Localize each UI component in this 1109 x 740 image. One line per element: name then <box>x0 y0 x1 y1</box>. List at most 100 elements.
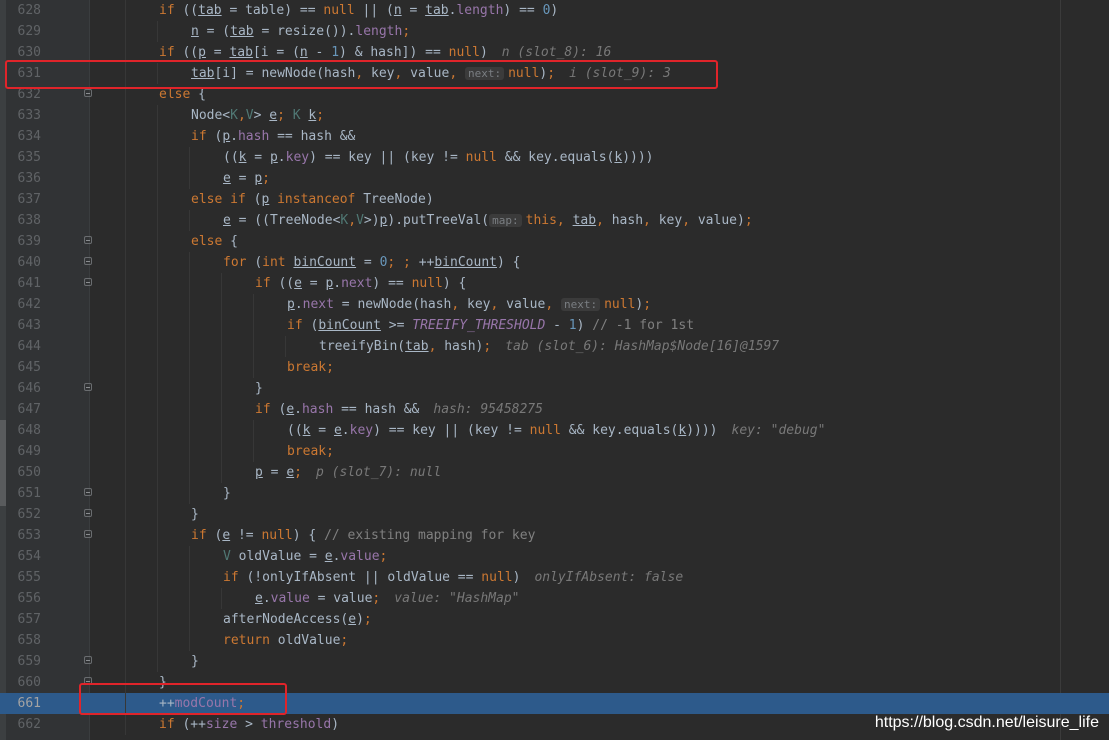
code-line[interactable]: 629 n = (tab = resize()).length; <box>0 21 1109 42</box>
code-text[interactable]: if (!onlyIfAbsent || oldValue == null) on… <box>223 569 683 586</box>
line-number[interactable]: 635 <box>6 149 41 166</box>
code-line[interactable]: 657 afterNodeAccess(e); <box>0 609 1109 630</box>
line-number[interactable]: 653 <box>6 527 41 544</box>
code-line[interactable]: 645 break; <box>0 357 1109 378</box>
line-number[interactable]: 645 <box>6 359 41 376</box>
line-number[interactable]: 629 <box>6 23 41 40</box>
fold-marker-icon[interactable] <box>84 236 92 244</box>
code-line[interactable]: 635 ((k = p.key) == key || (key != null &… <box>0 147 1109 168</box>
code-text[interactable]: for (int binCount = 0; ; ++binCount) { <box>223 254 520 271</box>
fold-marker-icon[interactable] <box>84 488 92 496</box>
code-line[interactable]: 639 else { <box>0 231 1109 252</box>
line-number[interactable]: 639 <box>6 233 41 250</box>
line-number[interactable]: 640 <box>6 254 41 271</box>
code-text[interactable]: Node<K,V> e; K k; <box>191 107 324 124</box>
line-number[interactable]: 650 <box>6 464 41 481</box>
code-line[interactable]: 634 if (p.hash == hash && <box>0 126 1109 147</box>
line-number[interactable]: 628 <box>6 2 41 19</box>
code-line[interactable]: 652} <box>0 504 1109 525</box>
code-line[interactable]: 636 e = p; <box>0 168 1109 189</box>
fold-marker-icon[interactable] <box>84 530 92 538</box>
code-line[interactable]: 644 treeifyBin(tab, hash); tab (slot_6): H… <box>0 336 1109 357</box>
code-line[interactable]: 628 if ((tab = table) == null || (n = tab… <box>0 0 1109 21</box>
line-number[interactable]: 656 <box>6 590 41 607</box>
fold-marker-icon[interactable] <box>84 257 92 265</box>
code-text[interactable]: if ((p = tab[i = (n - 1) & hash]) == nul… <box>159 44 611 61</box>
fold-marker-icon[interactable] <box>84 278 92 286</box>
code-line[interactable]: 648 ((k = e.key) == key || (key != null &… <box>0 420 1109 441</box>
line-number[interactable]: 660 <box>6 674 41 691</box>
code-line[interactable]: 646} <box>0 378 1109 399</box>
code-line[interactable]: 659} <box>0 651 1109 672</box>
code-text[interactable]: if ((e = p.next) == null) { <box>255 275 466 292</box>
line-number[interactable]: 654 <box>6 548 41 565</box>
code-text[interactable]: e = p; <box>223 170 270 187</box>
code-line[interactable]: 656 e.value = value; value: "HashMap" <box>0 588 1109 609</box>
line-number[interactable]: 655 <box>6 569 41 586</box>
fold-marker-icon[interactable] <box>84 383 92 391</box>
line-number[interactable]: 638 <box>6 212 41 229</box>
code-text[interactable]: break; <box>287 359 334 376</box>
line-number[interactable]: 633 <box>6 107 41 124</box>
line-number[interactable]: 637 <box>6 191 41 208</box>
code-line[interactable]: 653 if (e != null) { // existing mapping … <box>0 525 1109 546</box>
line-number[interactable]: 644 <box>6 338 41 355</box>
code-line[interactable]: 637 else if (p instanceof TreeNode) <box>0 189 1109 210</box>
code-text[interactable]: if ((tab = table) == null || (n = tab.le… <box>159 2 558 19</box>
code-text[interactable]: p = e; p (slot_7): null <box>255 464 441 481</box>
line-number[interactable]: 647 <box>6 401 41 418</box>
line-number[interactable]: 659 <box>6 653 41 670</box>
code-line[interactable]: 649 break; <box>0 441 1109 462</box>
code-text[interactable]: } <box>223 485 231 502</box>
code-line[interactable]: 642 p.next = newNode(hash, key, value, ne… <box>0 294 1109 315</box>
code-text[interactable]: afterNodeAccess(e); <box>223 611 372 628</box>
line-number[interactable]: 662 <box>6 716 41 733</box>
line-number[interactable]: 658 <box>6 632 41 649</box>
code-line[interactable]: 641 if ((e = p.next) == null) { <box>0 273 1109 294</box>
code-text[interactable]: if (e != null) { // existing mapping for… <box>191 527 535 544</box>
code-text[interactable]: ((k = p.key) == key || (key != null && k… <box>223 149 654 166</box>
code-text[interactable]: if (binCount >= TREEIFY_THRESHOLD - 1) /… <box>287 317 694 334</box>
line-number[interactable]: 646 <box>6 380 41 397</box>
line-number[interactable]: 648 <box>6 422 41 439</box>
code-line[interactable]: 655 if (!onlyIfAbsent || oldValue == null… <box>0 567 1109 588</box>
code-text[interactable]: else if (p instanceof TreeNode) <box>191 191 434 208</box>
code-line[interactable]: 647 if (e.hash == hash && hash: 95458275 <box>0 399 1109 420</box>
code-text[interactable]: } <box>255 380 263 397</box>
code-line[interactable]: 633 Node<K,V> e; K k; <box>0 105 1109 126</box>
code-line[interactable]: 650 p = e; p (slot_7): null <box>0 462 1109 483</box>
code-line[interactable]: 658 return oldValue; <box>0 630 1109 651</box>
code-line[interactable]: 638 e = ((TreeNode<K,V>)p).putTreeVal(map… <box>0 210 1109 231</box>
code-text[interactable]: n = (tab = resize()).length; <box>191 23 410 40</box>
code-line[interactable]: 651} <box>0 483 1109 504</box>
line-number[interactable]: 649 <box>6 443 41 460</box>
code-text[interactable]: } <box>191 506 199 523</box>
fold-marker-icon[interactable] <box>84 509 92 517</box>
fold-marker-icon[interactable] <box>84 89 92 97</box>
code-text[interactable]: if (e.hash == hash && hash: 95458275 <box>255 401 543 418</box>
line-number[interactable]: 641 <box>6 275 41 292</box>
line-number[interactable]: 636 <box>6 170 41 187</box>
code-text[interactable]: if (p.hash == hash && <box>191 128 355 145</box>
code-text[interactable]: return oldValue; <box>223 632 348 649</box>
code-text[interactable]: e = ((TreeNode<K,V>)p).putTreeVal(map: th… <box>223 212 753 229</box>
code-editor[interactable]: 628 if ((tab = table) == null || (n = tab… <box>0 0 1109 740</box>
code-text[interactable]: else { <box>191 233 238 250</box>
line-number[interactable]: 652 <box>6 506 41 523</box>
code-text[interactable]: if (++size > threshold) <box>159 716 339 733</box>
code-line[interactable]: 654 V oldValue = e.value; <box>0 546 1109 567</box>
code-line[interactable]: 643 if (binCount >= TREEIFY_THRESHOLD - 1… <box>0 315 1109 336</box>
code-line[interactable]: 640 for (int binCount = 0; ; ++binCount) … <box>0 252 1109 273</box>
code-text[interactable]: p.next = newNode(hash, key, value, next:… <box>287 296 651 313</box>
line-number[interactable]: 630 <box>6 44 41 61</box>
code-text[interactable]: } <box>191 653 199 670</box>
line-number[interactable]: 643 <box>6 317 41 334</box>
line-number[interactable]: 651 <box>6 485 41 502</box>
line-number[interactable]: 642 <box>6 296 41 313</box>
code-text[interactable]: break; <box>287 443 334 460</box>
line-number[interactable]: 634 <box>6 128 41 145</box>
code-text[interactable]: V oldValue = e.value; <box>223 548 387 565</box>
fold-marker-icon[interactable] <box>84 656 92 664</box>
code-text[interactable]: ((k = e.key) == key || (key != null && k… <box>287 422 825 439</box>
line-number[interactable]: 657 <box>6 611 41 628</box>
